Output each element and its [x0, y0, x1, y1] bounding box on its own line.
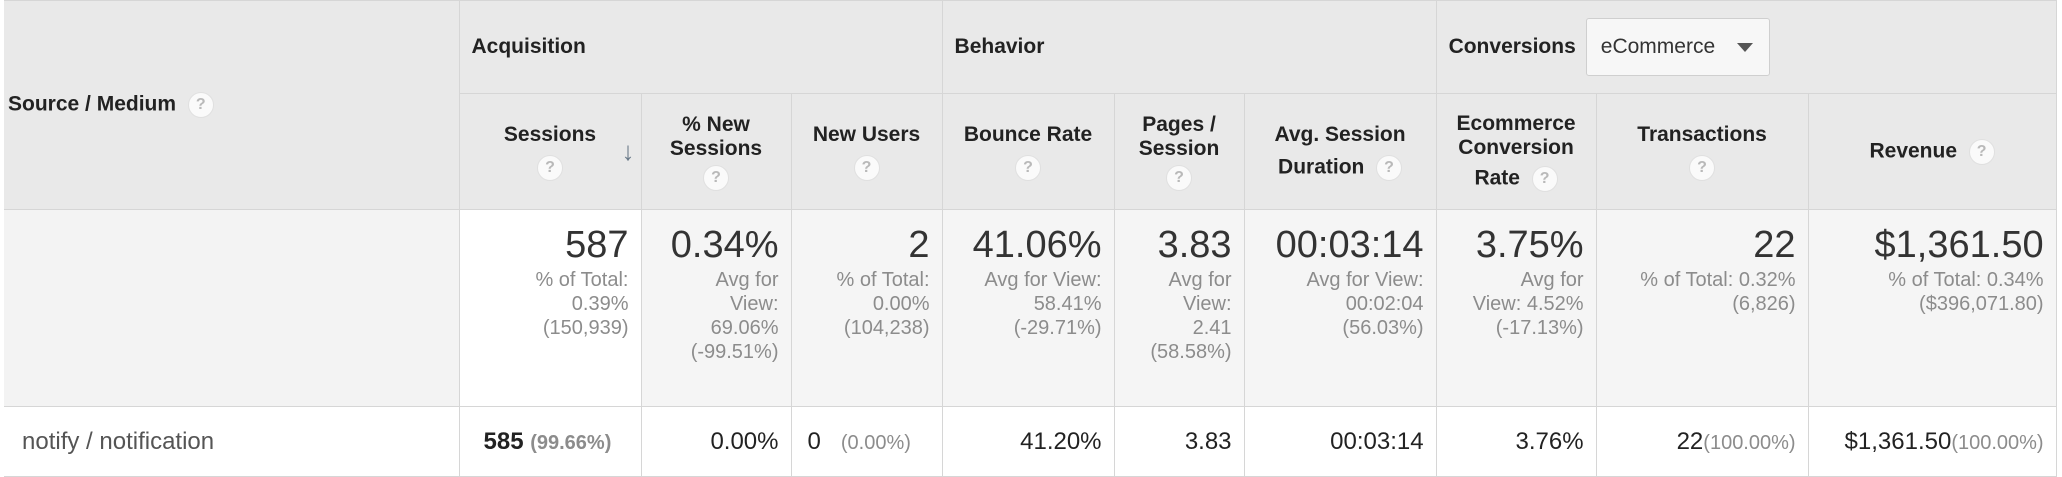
- row-revenue: $1,361.50(100.00%): [1807, 406, 2057, 477]
- help-icon[interactable]: ?: [853, 154, 880, 181]
- total-new-sessions: 0.34% Avg for View: 69.06% (-99.51%): [640, 209, 792, 407]
- conversion-type-select[interactable]: eCommerce: [1585, 18, 1770, 76]
- total-ecommerce-conversion-rate: 3.75% Avg for View: 4.52% (-17.13%): [1435, 209, 1597, 407]
- help-icon[interactable]: ?: [1689, 154, 1716, 181]
- column-new-sessions[interactable]: % New Sessions ?: [640, 93, 792, 210]
- table-row[interactable]: notify / notification 585 (99.66%) 0.00%…: [4, 406, 2057, 477]
- row-sessions: 585 (99.66%): [458, 406, 642, 477]
- row-new-sessions: 0.00%: [640, 406, 792, 477]
- totals-row: 587 % of Total: 0.39% (150,939) 0.34% Avg …: [4, 209, 2057, 407]
- report-table: Source / Medium ? Acquisition Behavior C…: [4, 0, 2057, 477]
- total-new-users: 2 % of Total: 0.00% (104,238): [790, 209, 943, 407]
- column-bounce-rate[interactable]: Bounce Rate ?: [941, 93, 1115, 210]
- row-transactions: 22(100.00%): [1595, 406, 1809, 477]
- source-medium-label: Source / Medium: [8, 92, 177, 116]
- help-icon[interactable]: ?: [1531, 165, 1558, 192]
- help-icon[interactable]: ?: [1376, 154, 1403, 181]
- column-revenue[interactable]: Revenue ?: [1807, 93, 2057, 210]
- totals-label-cell: [4, 209, 460, 407]
- group-behavior: Behavior: [941, 0, 1437, 94]
- conversion-type-value: eCommerce: [1600, 35, 1716, 58]
- column-avg-session-duration[interactable]: Avg. Session Duration ?: [1243, 93, 1437, 210]
- help-icon[interactable]: ?: [187, 92, 214, 118]
- group-conversions: Conversions eCommerce: [1435, 0, 2057, 94]
- total-bounce-rate: 41.06% Avg for View: 58.41% (-29.71%): [941, 209, 1115, 407]
- column-new-users[interactable]: New Users ?: [790, 93, 943, 210]
- help-icon[interactable]: ?: [1968, 138, 1995, 165]
- row-pages-per-session: 3.83: [1113, 406, 1245, 477]
- column-sessions[interactable]: Sessions ? ↓: [458, 93, 642, 210]
- row-avg-session-duration: 00:03:14: [1243, 406, 1437, 477]
- column-pages-per-session[interactable]: Pages / Session ?: [1113, 93, 1245, 210]
- help-icon[interactable]: ?: [537, 154, 563, 181]
- column-ecommerce-conversion-rate[interactable]: Ecommerce Conversion Rate ?: [1435, 93, 1597, 210]
- sort-descending-icon[interactable]: ↓: [622, 138, 635, 164]
- row-bounce-rate: 41.20%: [941, 406, 1115, 477]
- help-icon[interactable]: ?: [703, 164, 729, 191]
- total-revenue: $1,361.50 % of Total: 0.34% ($396,071.80): [1807, 209, 2057, 407]
- total-pages-per-session: 3.83 Avg for View: 2.41 (58.58%): [1113, 209, 1245, 407]
- total-transactions: 22 % of Total: 0.32% (6,826): [1595, 209, 1809, 407]
- group-acquisition: Acquisition: [458, 0, 943, 94]
- total-sessions: 587 % of Total: 0.39% (150,939): [458, 209, 642, 407]
- help-icon[interactable]: ?: [1015, 154, 1042, 181]
- help-icon[interactable]: ?: [1166, 164, 1193, 191]
- total-avg-session-duration: 00:03:14 Avg for View: 00:02:04 (56.03%): [1243, 209, 1437, 407]
- column-transactions[interactable]: Transactions ?: [1595, 93, 1809, 210]
- conversions-label: Conversions: [1448, 35, 1576, 58]
- chevron-down-icon: [1736, 42, 1753, 52]
- row-ecommerce-conversion-rate: 3.76%: [1435, 406, 1597, 477]
- row-new-users: 0 (0.00%): [790, 406, 943, 477]
- source-medium-header: Source / Medium ?: [4, 0, 460, 210]
- source-medium-link[interactable]: notify / notification: [4, 406, 460, 477]
